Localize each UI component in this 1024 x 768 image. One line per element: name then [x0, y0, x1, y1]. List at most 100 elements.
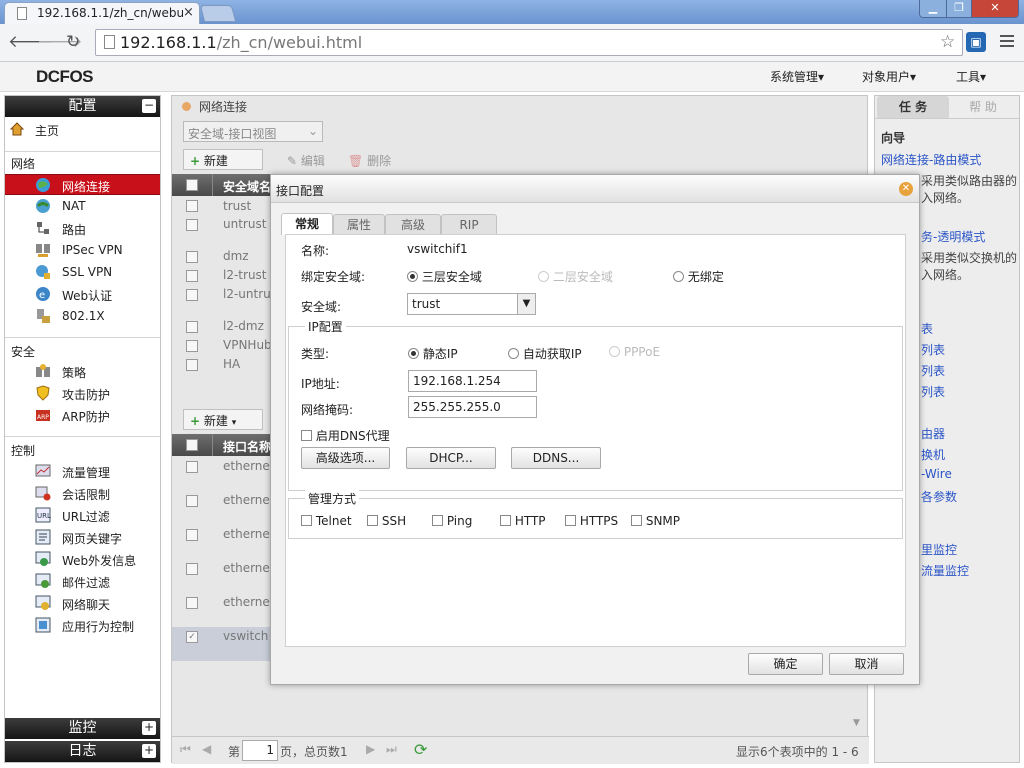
tab-advanced[interactable]: 高级	[385, 214, 441, 234]
zone-delete-button[interactable]: 🗑 删除	[348, 152, 391, 169]
menu-tools[interactable]: 工具▾	[956, 68, 986, 85]
task-link[interactable]: 流量监控	[921, 562, 969, 579]
http-checkbox[interactable]: HTTP	[500, 514, 546, 528]
netmask-field[interactable]: 255.255.255.0	[408, 396, 537, 418]
menu-system-admin[interactable]: 系统管理▾	[770, 68, 824, 85]
sidebar-item-8021x[interactable]: 802.1X	[5, 306, 160, 327]
ok-button[interactable]: 确定	[748, 653, 823, 675]
ssh-checkbox[interactable]: SSH	[367, 514, 406, 528]
sidebar-log-header[interactable]: 日志 +	[5, 741, 160, 762]
row-checkbox[interactable]	[186, 495, 198, 507]
browser-menu-icon[interactable]	[1000, 35, 1014, 50]
task-link[interactable]: 列表	[921, 341, 945, 358]
window-close-button[interactable]: ✕	[971, 0, 1019, 18]
radio-layer2-zone[interactable]: 二层安全域	[538, 268, 613, 285]
sidebar-item-web-keyword[interactable]: 网页关键字	[5, 527, 160, 548]
next-page-icon[interactable]: ▶	[366, 742, 375, 756]
collapse-icon[interactable]: −	[142, 99, 156, 113]
row-checkbox[interactable]	[186, 597, 198, 609]
first-page-icon[interactable]: ⏮	[180, 742, 191, 757]
refresh-icon[interactable]: ⟳	[414, 740, 427, 759]
sidebar-item-network-chat[interactable]: 网络聊天	[5, 593, 160, 614]
radio-layer3-zone[interactable]: 三层安全域	[407, 268, 482, 285]
row-checkbox[interactable]	[186, 461, 198, 473]
ip-address-field[interactable]: 192.168.1.254	[408, 370, 537, 392]
tab-properties[interactable]: 属性	[333, 214, 385, 234]
wizard-route-mode-link[interactable]: 网络连接-路由模式	[881, 151, 981, 168]
row-checkbox[interactable]	[186, 359, 198, 371]
window-minimize-button[interactable]: ▁	[919, 0, 947, 18]
task-link[interactable]: 各参数	[921, 488, 957, 505]
bookmark-star-icon[interactable]: ☆	[940, 32, 955, 52]
sidebar-monitor-header[interactable]: 监控 +	[5, 718, 160, 739]
sidebar-item-mail-filter[interactable]: 邮件过滤	[5, 571, 160, 592]
sidebar-item-url-filter[interactable]: URL URL过滤	[5, 505, 160, 526]
tab-general[interactable]: 常规	[281, 213, 333, 235]
sidebar-item-web-auth[interactable]: e Web认证	[5, 284, 160, 305]
zone-select[interactable]: trust ▼	[407, 293, 536, 315]
select-all-checkbox[interactable]	[186, 439, 198, 451]
view-select[interactable]: 安全域-接口视图 ⌄	[183, 121, 323, 142]
sidebar-item-attack-defense[interactable]: 攻击防护	[5, 383, 160, 404]
row-checkbox[interactable]	[186, 200, 198, 212]
task-link[interactable]: 列表	[921, 362, 945, 379]
radio-static-ip[interactable]: 静态IP	[408, 345, 458, 362]
row-checkbox[interactable]	[186, 219, 198, 231]
zone-new-button[interactable]: + 新建	[183, 149, 263, 170]
last-page-icon[interactable]: ⏭	[386, 742, 397, 757]
task-link[interactable]: 由器	[921, 425, 945, 442]
sidebar-item-home[interactable]: 主页	[5, 119, 160, 140]
scroll-down-icon[interactable]: ▼	[853, 718, 860, 728]
row-checkbox[interactable]	[186, 289, 198, 301]
wizard-transparent-mode-link[interactable]: 务-透明模式	[921, 228, 985, 245]
address-bar[interactable]: 192.168.1.1/zh_cn/webui.html ☆	[95, 29, 963, 56]
dns-proxy-checkbox[interactable]: 启用DNS代理	[301, 427, 390, 444]
reload-icon[interactable]: ↻	[66, 32, 80, 52]
iface-new-button[interactable]: + 新建 ▾	[183, 409, 263, 430]
expand-icon[interactable]: +	[142, 744, 156, 758]
row-checkbox[interactable]	[186, 563, 198, 575]
row-checkbox[interactable]	[186, 270, 198, 282]
sidebar-item-arp-defense[interactable]: ARP ARP防护	[5, 405, 160, 426]
radio-dhcp-ip[interactable]: 自动获取IP	[508, 345, 582, 362]
sidebar-item-session-limit[interactable]: 会话限制	[5, 483, 160, 504]
menu-objects-users[interactable]: 对象用户▾	[862, 68, 916, 85]
cancel-button[interactable]: 取消	[829, 653, 904, 675]
row-checkbox[interactable]	[186, 340, 198, 352]
tab-close-icon[interactable]: ×	[183, 5, 194, 20]
extension-icon[interactable]: ▣	[966, 32, 986, 52]
sidebar-item-app-behavior[interactable]: 应用行为控制	[5, 615, 160, 636]
task-link[interactable]: 列表	[921, 383, 945, 400]
sidebar-item-ipsec-vpn[interactable]: IPSec VPN	[5, 240, 160, 261]
sidebar-config-header[interactable]: 配置 −	[5, 96, 160, 117]
radio-pppoe[interactable]: PPPoE	[609, 345, 660, 359]
https-checkbox[interactable]: HTTPS	[565, 514, 618, 528]
sidebar-item-web-outgoing[interactable]: Web外发信息	[5, 549, 160, 570]
task-link[interactable]: 表	[921, 320, 933, 337]
browser-tab[interactable]: 192.168.1.1/zh_cn/webu ×	[4, 2, 200, 24]
task-link[interactable]: 里监控	[921, 541, 957, 558]
snmp-checkbox[interactable]: SNMP	[631, 514, 680, 528]
prev-page-icon[interactable]: ◀	[202, 742, 211, 756]
ping-checkbox[interactable]: Ping	[432, 514, 472, 528]
tab-help[interactable]: 帮 助	[953, 96, 1013, 118]
row-checkbox[interactable]	[186, 251, 198, 263]
dhcp-button[interactable]: DHCP...	[406, 447, 496, 469]
row-checkbox[interactable]	[186, 529, 198, 541]
sidebar-item-routing[interactable]: 路由	[5, 218, 160, 239]
task-link[interactable]: 换机	[921, 446, 945, 463]
tab-tasks[interactable]: 任 务	[877, 96, 949, 118]
sidebar-item-ssl-vpn[interactable]: SSL VPN	[5, 262, 160, 283]
dialog-titlebar[interactable]: 接口配置 ✕	[271, 175, 919, 203]
tab-rip[interactable]: RIP	[441, 214, 497, 234]
sidebar-item-nat[interactable]: NAT	[5, 196, 160, 217]
advanced-options-button[interactable]: 高级选项...	[301, 447, 390, 469]
task-link[interactable]: -Wire	[921, 467, 952, 481]
expand-icon[interactable]: +	[142, 721, 156, 735]
page-number-input[interactable]: 1	[242, 740, 278, 761]
row-checkbox-checked[interactable]: ✓	[186, 631, 198, 643]
sidebar-item-traffic-mgmt[interactable]: 流量管理	[5, 461, 160, 482]
ddns-button[interactable]: DDNS...	[511, 447, 601, 469]
radio-no-binding[interactable]: 无绑定	[673, 268, 724, 285]
zone-edit-button[interactable]: ✎ 编辑	[287, 152, 325, 169]
